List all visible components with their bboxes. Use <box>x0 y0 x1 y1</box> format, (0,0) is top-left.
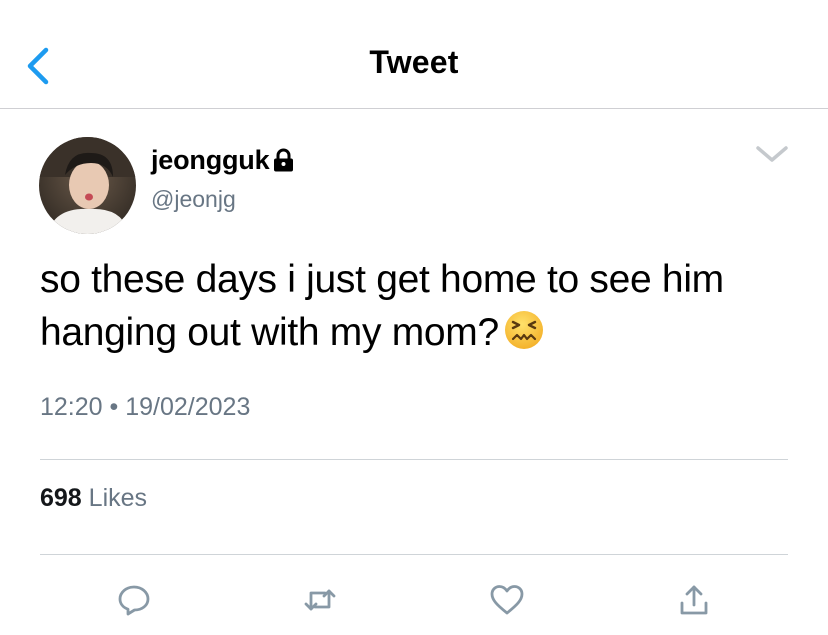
retweet-button[interactable] <box>300 580 340 620</box>
share-icon <box>680 585 708 615</box>
divider <box>40 459 788 460</box>
avatar-image <box>39 137 136 234</box>
tweet-text-line: hanging out with my mom? <box>40 306 800 359</box>
confounded-face-emoji <box>504 310 544 350</box>
likes-label: Likes <box>88 484 148 512</box>
page-title: Tweet <box>369 44 459 80</box>
like-count: 698 <box>40 484 82 512</box>
tweet-text-line: so these days i just get home to see him <box>40 258 724 301</box>
meta-separator: • <box>109 393 119 421</box>
lock-icon <box>272 148 295 172</box>
tweet-time: 12:20 <box>40 393 103 421</box>
tweet-timestamp: 12:20 • 19/02/2023 <box>40 393 250 422</box>
more-options-button[interactable] <box>752 140 792 168</box>
heart-icon <box>490 585 524 615</box>
tweet-text-line-content: hanging out with my mom? <box>40 311 499 354</box>
retweet-icon <box>304 589 336 611</box>
top-nav-bar: Tweet <box>0 0 828 109</box>
tweet-body: so these days i just get home to see him… <box>40 253 800 359</box>
likes-stat[interactable]: 698 Likes <box>40 484 147 513</box>
share-button[interactable] <box>674 580 714 620</box>
author-name-row[interactable]: jeongguk <box>151 142 295 178</box>
chevron-down-icon <box>756 146 788 162</box>
like-button[interactable] <box>487 580 527 620</box>
avatar[interactable] <box>39 137 136 234</box>
display-name[interactable]: jeongguk <box>151 145 270 176</box>
divider <box>40 554 788 555</box>
user-handle[interactable]: @jeonjg <box>151 186 236 213</box>
tweet-date: 19/02/2023 <box>125 393 251 421</box>
reply-button[interactable] <box>114 580 154 620</box>
reply-icon <box>118 585 150 616</box>
